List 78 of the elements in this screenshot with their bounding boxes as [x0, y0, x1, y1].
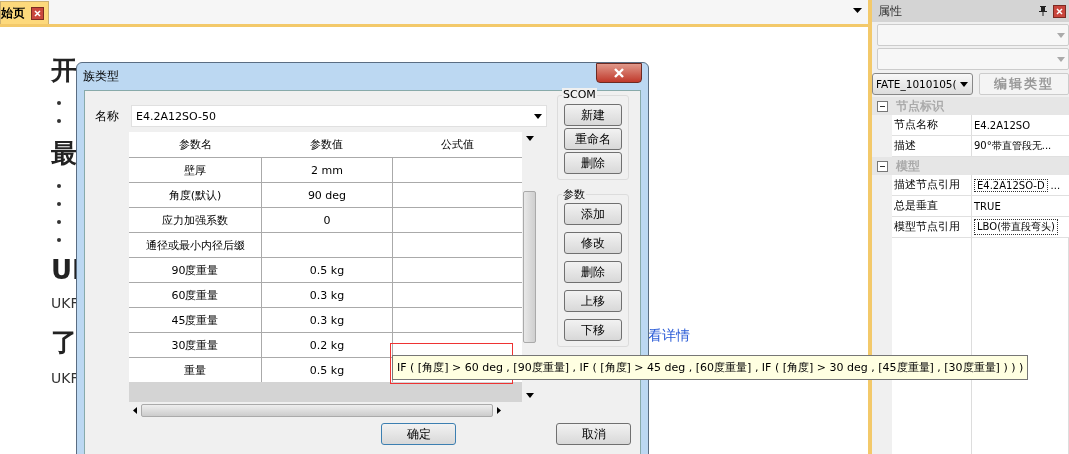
action-button[interactable]: 修改	[564, 232, 622, 254]
right-arrow-icon[interactable]	[497, 407, 501, 414]
action-button[interactable]: 删除	[564, 261, 622, 283]
property-value: E4.2A12SO	[973, 118, 1031, 133]
bullet-dot	[57, 184, 61, 188]
table-cell: 0.3 kg	[261, 307, 392, 332]
action-button[interactable]: 下移	[564, 319, 622, 341]
details-link[interactable]: 看详情	[648, 327, 690, 345]
table-cell: 角度(默认)	[129, 182, 261, 207]
section-label: 模型	[896, 157, 920, 175]
property-value[interactable]: E4.2A12SO-D	[974, 178, 1048, 192]
table-cell: 应力加强系数	[129, 207, 261, 232]
property-name: 描述节点引用	[892, 175, 972, 195]
bullet-dot	[57, 101, 61, 105]
group-title: 参数	[562, 187, 586, 202]
table-cell: 0.5 kg	[261, 257, 392, 282]
property-name: 描述	[892, 136, 972, 156]
heading: 了	[51, 326, 77, 359]
property-value[interactable]: LBO(带直段弯头)	[974, 219, 1058, 235]
property-value: TRUE	[973, 199, 1002, 214]
action-button[interactable]: 重命名	[564, 128, 622, 150]
left-arrow-icon[interactable]	[133, 407, 137, 414]
close-button[interactable]	[596, 62, 642, 83]
action-button[interactable]: 新建	[564, 104, 622, 126]
panel-title: 属性	[878, 2, 902, 20]
up-arrow-icon	[525, 136, 534, 141]
caret-icon	[960, 81, 968, 87]
type-dropdown[interactable]: FATE_1010105(	[872, 73, 973, 95]
close-icon[interactable]	[1053, 4, 1066, 18]
caret-icon	[1057, 32, 1065, 38]
close-icon[interactable]	[31, 6, 44, 20]
property-name: 模型节点引用	[892, 217, 972, 237]
cancel-button[interactable]: 取消	[556, 423, 631, 445]
action-button[interactable]: 删除	[564, 152, 622, 174]
caret-icon[interactable]	[853, 8, 862, 13]
collapse-icon[interactable]	[877, 160, 888, 172]
property-name: 总是垂直	[892, 196, 972, 216]
heading: 开	[51, 54, 77, 87]
caret-icon	[1057, 56, 1065, 62]
formula-tooltip: IF ( [角度] > 60 deg , [90度重量] , IF ( [角度] > 45 deg , [60度重量] , IF ( [角度] > 30 deg , [45度重量] , [30度重量] ) ) )	[392, 355, 1029, 380]
action-button[interactable]: 上移	[564, 290, 622, 312]
table-cell: 2 mm	[261, 157, 392, 182]
table-cell: 0.2 kg	[261, 332, 392, 357]
browse-button[interactable]: ...	[1050, 179, 1061, 191]
column-header: 参数值	[309, 137, 344, 153]
table-cell: 0	[261, 207, 392, 232]
column-header: 公式值	[439, 137, 475, 153]
table-cell: 90 deg	[261, 182, 392, 207]
tab[interactable]: 始页	[0, 1, 49, 24]
bullet-dot	[57, 220, 61, 224]
action-button[interactable]: 添加	[564, 203, 622, 225]
table-cell: 30度重量	[129, 332, 261, 357]
collapse-icon[interactable]	[877, 100, 888, 112]
table-cell: 通径或最小内径后缀	[129, 232, 261, 257]
ok-button[interactable]: 确定	[381, 423, 456, 445]
pin-icon[interactable]	[1039, 6, 1047, 16]
bullet-dot	[57, 119, 61, 123]
table-cell: 壁厚	[129, 157, 261, 182]
table-cell: 90度重量	[129, 257, 261, 282]
caret-icon	[534, 113, 542, 119]
table-cell: 60度重量	[129, 282, 261, 307]
table-cell: 0.3 kg	[261, 282, 392, 307]
column-header: 参数名	[177, 137, 213, 153]
paragraph: UKF	[51, 295, 79, 311]
name-label: 名称	[95, 107, 119, 125]
close-icon	[612, 67, 626, 78]
property-value: 90°带直管段无...	[973, 139, 1053, 153]
bullet-dot	[57, 202, 61, 206]
section-label: 节点标识	[896, 97, 944, 115]
bullet-dot	[57, 238, 61, 242]
table-cell: 45度重量	[129, 307, 261, 332]
name-dropdown[interactable]: E4.2A12SO-50	[131, 105, 547, 127]
group-title: SCOM	[562, 88, 597, 101]
paragraph: UKF	[51, 370, 79, 386]
heading: 最	[51, 137, 77, 170]
property-name: 节点名称	[892, 115, 972, 135]
dialog-title: 族类型	[83, 68, 119, 85]
down-arrow-icon	[525, 393, 534, 398]
